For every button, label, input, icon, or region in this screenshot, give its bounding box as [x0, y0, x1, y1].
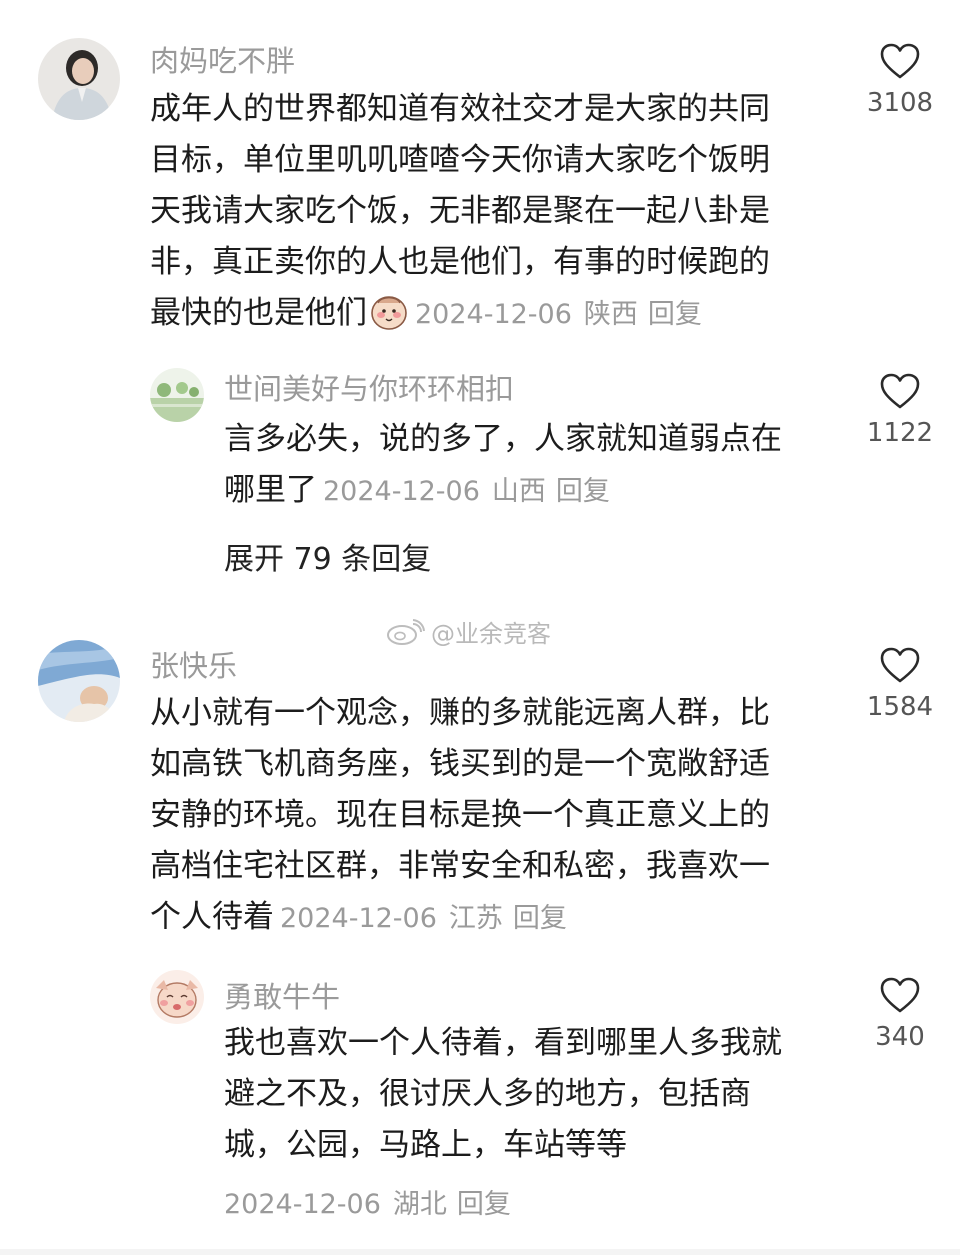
comment-text: 从小就有一个观念，赚的多就能远离人群，比 如高铁飞机商务座，钱买到的是一个宽敞舒…	[150, 688, 850, 944]
like-button[interactable]: 340	[855, 976, 945, 1052]
watermark-text: @业余竞客	[431, 620, 551, 648]
comment-last-line: 个人待着 2024-12-06 江苏 回复	[150, 892, 850, 944]
like-button[interactable]: 1584	[855, 646, 945, 722]
comment-line: 成年人的世界都知道有效社交才是大家的共同	[150, 91, 770, 127]
heart-outline-icon	[880, 373, 920, 409]
comment-line: 避之不及，很讨厌人多的地方，包括商	[224, 1076, 751, 1112]
comment-location: 湖北	[392, 1189, 447, 1220]
comment-username[interactable]: 世间美好与你环环相扣	[224, 366, 514, 408]
comment-meta: 2024-12-06 山西 回复	[323, 476, 610, 507]
weibo-logo-icon	[387, 618, 425, 645]
avatar[interactable]	[150, 970, 204, 1024]
avatar-image	[150, 368, 204, 422]
comment-line: 目标，单位里叽叽喳喳今天你请大家吃个饭明	[150, 142, 770, 178]
comment-date: 2024-12-06	[280, 903, 437, 934]
comment-meta: 2024-12-06 江苏 回复	[280, 903, 567, 934]
avatar-image	[38, 38, 120, 120]
reply-button[interactable]: 回复	[513, 903, 567, 934]
comment-date: 2024-12-06	[224, 1189, 381, 1220]
comment-line: 言多必失，说的多了，人家就知道弱点在	[224, 421, 782, 457]
comment-username[interactable]: 勇敢牛牛	[224, 974, 340, 1016]
avatar[interactable]	[38, 38, 120, 120]
comment-location: 江苏	[448, 903, 503, 934]
avatar-image	[150, 970, 204, 1024]
comment-location: 陕西	[583, 299, 638, 330]
comment-line: 如高铁飞机商务座，钱买到的是一个宽敞舒适	[150, 746, 770, 782]
comment-line: 我也喜欢一个人待着，看到哪里人多我就	[224, 1025, 782, 1061]
bottom-divider	[0, 1249, 960, 1255]
expand-replies-button[interactable]: 展开 79 条回复	[224, 534, 431, 578]
comment-line: 从小就有一个观念，赚的多就能远离人群，比	[150, 695, 770, 731]
like-button[interactable]: 3108	[855, 42, 945, 118]
comment-line: 个人待着	[150, 899, 274, 935]
like-count: 1122	[866, 418, 934, 448]
comment-text: 我也喜欢一个人待着，看到哪里人多我就 避之不及，很讨厌人多的地方，包括商 城，公…	[224, 1018, 844, 1171]
like-count: 340	[875, 1022, 925, 1052]
like-count: 3108	[866, 88, 934, 118]
heart-outline-icon	[880, 647, 920, 683]
comment-date: 2024-12-06	[323, 476, 480, 507]
reply-button[interactable]: 回复	[648, 299, 702, 330]
reply-button[interactable]: 回复	[457, 1189, 511, 1220]
comment-meta: 2024-12-06 湖北 回复	[224, 1182, 511, 1221]
comment-last-line: 哪里了 2024-12-06 山西 回复	[224, 465, 844, 517]
comment-text: 言多必失，说的多了，人家就知道弱点在 哪里了 2024-12-06 山西 回复	[224, 414, 844, 517]
blush-face-emoji-icon	[369, 291, 409, 331]
heart-outline-icon	[880, 43, 920, 79]
comment-line: 非，真正卖你的人也是他们，有事的时候跑的	[150, 244, 770, 280]
comment-location: 山西	[491, 476, 546, 507]
avatar[interactable]	[38, 640, 120, 722]
watermark: @业余竞客	[385, 614, 551, 649]
comment-line: 高档住宅社区群，非常安全和私密，我喜欢一	[150, 848, 770, 884]
comment-username[interactable]: 肉妈吃不胖	[150, 38, 295, 80]
avatar-image	[38, 640, 120, 722]
avatar[interactable]	[150, 368, 204, 422]
like-button[interactable]: 1122	[855, 372, 945, 448]
comment-line: 最快的也是他们	[150, 295, 367, 331]
comment-line: 城，公园，马路上，车站等等	[224, 1127, 627, 1163]
comment-text: 成年人的世界都知道有效社交才是大家的共同 目标，单位里叽叽喳喳今天你请大家吃个饭…	[150, 84, 850, 340]
heart-outline-icon	[880, 977, 920, 1013]
comment-last-line: 最快的也是他们 2024-12-06 陕西 回复	[150, 288, 850, 340]
comment-line: 哪里了	[224, 472, 317, 508]
comment-username[interactable]: 张快乐	[150, 643, 237, 685]
comment-line: 天我请大家吃个饭，无非都是聚在一起八卦是	[150, 193, 770, 229]
comment-meta: 2024-12-06 陕西 回复	[415, 299, 702, 330]
reply-button[interactable]: 回复	[556, 476, 610, 507]
comment-line: 安静的环境。现在目标是换一个真正意义上的	[150, 797, 770, 833]
comment-date: 2024-12-06	[415, 299, 572, 330]
like-count: 1584	[866, 692, 934, 722]
